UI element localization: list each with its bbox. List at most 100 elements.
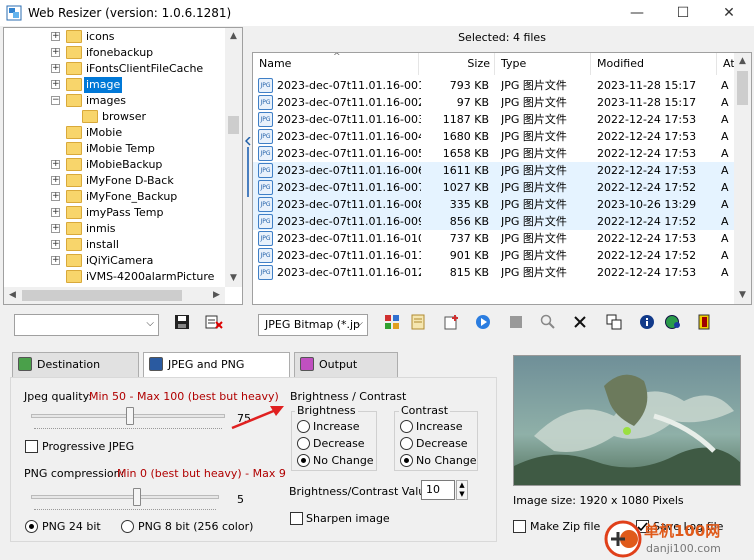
tab-destination-settings[interactable]: Destination Settings [12, 352, 139, 395]
png-compression-slider[interactable] [133, 488, 142, 506]
png-8bit-radio[interactable] [121, 520, 134, 533]
expand-icon[interactable]: + [51, 240, 60, 249]
format-combo[interactable]: JPEG Bitmap (*.jp ⌵ [258, 314, 368, 336]
filelist-vscroll-thumb[interactable] [737, 71, 748, 105]
tree-hscrollbar[interactable]: ◀ ▶ [4, 287, 225, 304]
jpeg-quality-ticks [34, 428, 222, 432]
cell-type: JPG 图片文件 [501, 113, 567, 126]
brightness-increase-radio[interactable] [297, 420, 310, 433]
expand-icon[interactable]: + [51, 48, 60, 57]
file-list[interactable]: Name ^ Size Type Modified Att JPG2023-de… [252, 52, 752, 305]
table-row[interactable]: JPG 2023-dec-07t11.01.16-006.j... 1611 KB J… [253, 162, 735, 179]
thumbnails-button[interactable] [407, 314, 429, 336]
table-row[interactable]: JPG 2023-dec-07t11.01.16-009.j... 856 KB JP… [253, 213, 735, 230]
table-row[interactable]: JPG 2023-dec-07t11.01.16-001.j... 793 KB JP… [253, 77, 735, 94]
watermark-text: 单机100网 [644, 522, 721, 540]
scroll-up-icon[interactable]: ▲ [734, 53, 751, 70]
table-row[interactable]: JPG 2023-dec-07t11.01.16-005.j... 1658 KB J… [253, 145, 735, 162]
scroll-up-icon[interactable]: ▲ [225, 28, 242, 45]
path-combo[interactable]: ⌵ [14, 314, 159, 336]
spin-down-icon[interactable]: ▼ [457, 490, 467, 499]
spin-up-icon[interactable]: ▲ [457, 481, 467, 490]
image-size-text: Image size: 1920 x 1080 Pixels [513, 494, 684, 507]
tree-item-label: iQiYiCamera [86, 254, 154, 267]
pane-splitter[interactable] [244, 27, 252, 305]
cell-type: JPG 图片文件 [501, 215, 567, 228]
brightness-decrease-radio[interactable] [297, 437, 310, 450]
tab-jpeg-png-settings[interactable]: JPEG and PNG Settings [143, 352, 290, 395]
table-row[interactable]: JPG 2023-dec-07t11.01.16-010.j... 737 KB JP… [253, 230, 735, 247]
title-bar: Web Resizer (version: 1.0.6.1281) — ☐ ✕ [0, 0, 754, 26]
filelist-vscrollbar[interactable]: ▲ ▼ [734, 53, 751, 304]
collapse-icon[interactable]: − [51, 96, 60, 105]
table-row[interactable]: JPG 2023-dec-07t11.01.16-012.j... 815 KB JP… [253, 264, 735, 281]
close-button[interactable]: ✕ [706, 0, 752, 26]
compare-icon [606, 314, 622, 330]
table-row[interactable]: JPG 2023-dec-07t11.01.16-011.j... 901 KB JP… [253, 247, 735, 264]
expand-icon[interactable]: + [51, 64, 60, 73]
table-row[interactable]: JPG 2023-dec-07t11.01.16-003.j... 1187 KB J… [253, 111, 735, 128]
delete-selected-button[interactable] [203, 314, 225, 336]
play-icon [476, 315, 490, 329]
tree-vscrollbar[interactable]: ▲ ▼ [225, 28, 242, 287]
tree-item-label: imyPass Temp [86, 206, 164, 219]
table-row[interactable]: JPG 2023-dec-07t11.01.16-007.j... 1027 KB J… [253, 179, 735, 196]
column-header-size[interactable]: Size [419, 53, 495, 75]
splitter-grip-icon[interactable] [244, 136, 251, 197]
sharpen-checkbox[interactable] [290, 512, 303, 525]
scroll-left-icon[interactable]: ◀ [4, 287, 21, 304]
table-row[interactable]: JPG 2023-dec-07t11.01.16-004.j... 1680 KB J… [253, 128, 735, 145]
exit-icon [698, 314, 710, 330]
maximize-button[interactable]: ☐ [660, 0, 706, 26]
cell-modified: 2022-12-24 17:53 [597, 147, 697, 160]
tree-hscroll-thumb[interactable] [22, 290, 182, 301]
expand-icon[interactable]: + [51, 208, 60, 217]
stop-button[interactable] [505, 314, 527, 336]
contrast-nochange-radio[interactable] [400, 454, 413, 467]
web-button[interactable] [662, 314, 684, 336]
expand-icon[interactable]: + [51, 224, 60, 233]
exit-button[interactable] [693, 314, 715, 336]
expand-icon[interactable]: + [51, 192, 60, 201]
scroll-right-icon[interactable]: ▶ [208, 287, 225, 304]
tree-item-label: install [86, 238, 119, 251]
contrast-decrease-radio[interactable] [400, 437, 413, 450]
brightness-increase-label: Increase [313, 420, 360, 433]
bc-value-input[interactable]: 10 [421, 480, 455, 500]
progressive-jpeg-checkbox[interactable] [25, 440, 38, 453]
table-row[interactable]: JPG 2023-dec-07t11.01.16-008.j... 335 KB JP… [253, 196, 735, 213]
expand-icon[interactable]: + [51, 256, 60, 265]
save-button[interactable] [171, 314, 193, 336]
brightness-nochange-radio[interactable] [297, 454, 310, 467]
clear-button[interactable] [569, 314, 591, 336]
scroll-down-icon[interactable]: ▼ [225, 270, 242, 287]
scroll-down-icon[interactable]: ▼ [734, 287, 751, 304]
folder-tree[interactable]: + icons + ifonebackup + iFontsClientFileCache… [3, 27, 243, 305]
expand-icon[interactable]: + [51, 32, 60, 41]
grid-view-button[interactable] [381, 314, 403, 336]
jpeg-quality-slider[interactable] [126, 407, 134, 425]
zoom-button[interactable] [537, 314, 559, 336]
play-button[interactable] [472, 314, 494, 336]
contrast-increase-radio[interactable] [400, 420, 413, 433]
expand-icon[interactable]: + [51, 176, 60, 185]
tree-vscroll-thumb[interactable] [228, 116, 239, 134]
column-header-modified[interactable]: Modified [591, 53, 717, 75]
jpg-file-icon: JPG [258, 146, 273, 161]
tab-output-options[interactable]: Output Options [294, 352, 398, 395]
cell-type: JPG 图片文件 [501, 198, 567, 211]
compare-button[interactable] [603, 314, 625, 336]
column-header-name[interactable]: Name ^ [253, 53, 419, 75]
table-row[interactable]: JPG 2023-dec-07t11.01.16-002.j... 97 KB JPG… [253, 94, 735, 111]
add-files-button[interactable] [440, 314, 462, 336]
bc-value-spinner[interactable]: ▲ ▼ [456, 480, 468, 500]
expand-icon[interactable]: + [51, 160, 60, 169]
png-24bit-radio[interactable] [25, 520, 38, 533]
make-zip-checkbox[interactable] [513, 520, 526, 533]
info-button[interactable] [636, 314, 658, 336]
column-header-type[interactable]: Type [495, 53, 591, 75]
minimize-button[interactable]: — [614, 0, 660, 26]
expand-icon[interactable]: + [51, 80, 60, 89]
cell-size: 97 KB [456, 96, 489, 109]
folder-icon [66, 174, 82, 187]
